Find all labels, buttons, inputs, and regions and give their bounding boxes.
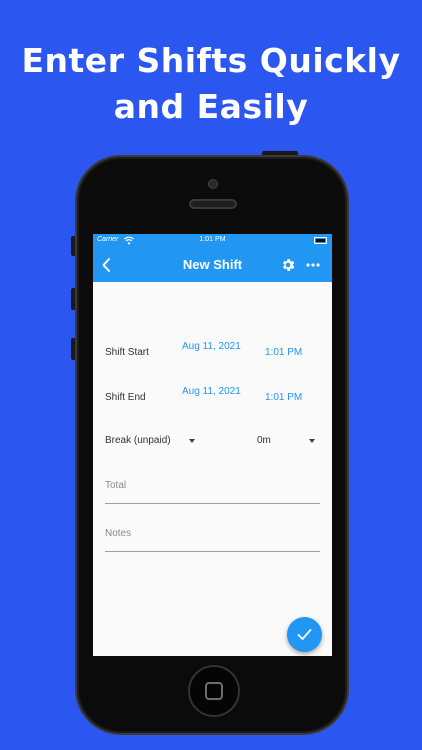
save-button[interactable] (287, 617, 322, 652)
status-bar: Carrier 1:01 PM (93, 234, 332, 248)
notes-field[interactable]: Notes (105, 528, 131, 539)
chevron-down-icon[interactable] (189, 439, 195, 443)
gear-icon[interactable] (280, 257, 296, 273)
break-value[interactable]: 0m (257, 435, 271, 446)
shift-start-time[interactable]: 1:01 PM (265, 347, 302, 358)
page-title: New Shift (182, 257, 243, 272)
total-field[interactable]: Total (105, 480, 126, 491)
shift-start-label: Shift Start (105, 347, 149, 358)
shift-end-label: Shift End (105, 392, 146, 403)
chevron-down-icon[interactable] (309, 439, 315, 443)
speaker-grille (189, 199, 237, 209)
battery-icon (314, 237, 327, 244)
status-time: 1:01 PM (199, 236, 226, 243)
app-screen: Carrier 1:01 PM New Shift Shift Start Au… (93, 234, 332, 656)
app-bar: New Shift (93, 248, 332, 282)
headline-line-2: and Easily (113, 87, 309, 126)
shift-start-date[interactable]: Aug 11, 2021 (182, 340, 242, 353)
home-square-icon (205, 682, 223, 700)
notes-underline (105, 551, 320, 552)
camera-icon (208, 179, 218, 189)
headline-line-1: Enter Shifts Quickly (21, 41, 401, 80)
break-dropdown[interactable]: Break (unpaid) (105, 435, 171, 446)
shift-end-date[interactable]: Aug 11, 2021 (182, 385, 242, 398)
more-horizontal-icon[interactable] (305, 257, 321, 273)
check-icon (297, 629, 312, 640)
total-underline (105, 503, 320, 504)
headline: Enter Shifts Quickly and Easily (0, 38, 422, 130)
home-button[interactable] (188, 665, 240, 717)
shift-end-time[interactable]: 1:01 PM (265, 392, 302, 403)
